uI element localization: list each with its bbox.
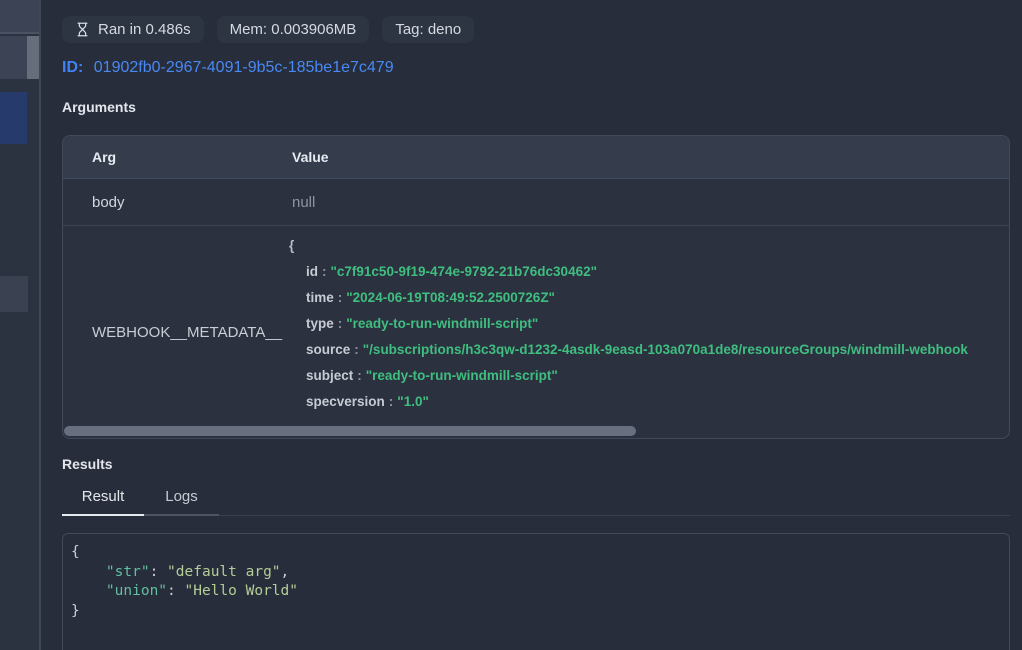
sidebar-item-second[interactable] — [0, 36, 27, 79]
json-entry-specversion: specversion:"1.0" — [289, 389, 1009, 415]
run-badges: Ran in 0.486s Mem: 0.003906MB Tag: deno — [62, 0, 1010, 43]
json-entry-source: source:"/subscriptions/h3c3qw-d1232-4asd… — [289, 337, 1009, 363]
results-heading: Results — [62, 456, 1010, 472]
table-horizontal-scrollbar-thumb[interactable] — [64, 426, 636, 436]
tab-logs[interactable]: Logs — [144, 488, 219, 516]
result-line-union — [71, 583, 106, 599]
json-entry-subject: subject:"ready-to-run-windmill-script" — [289, 363, 1009, 389]
arg-value-body: null — [263, 194, 1009, 211]
table-row: WEBHOOK__METADATA__ { id:"c7f91c50-9f19-… — [63, 226, 1009, 438]
sidebar-item-selected[interactable] — [0, 92, 27, 144]
arguments-table: Arg Value body null WEBHOOK__METADATA__ … — [62, 135, 1010, 439]
sidebar-scrollbar-thumb[interactable] — [27, 36, 39, 79]
table-row: body null — [63, 179, 1009, 226]
sidebar-item-top[interactable] — [0, 0, 39, 34]
hourglass-icon — [75, 22, 90, 37]
arg-column-header: Arg — [63, 149, 263, 165]
job-id-link[interactable]: 01902fb0-2967-4091-9b5c-185be1e7c479 — [94, 59, 394, 76]
arg-name-webhook-metadata: WEBHOOK__METADATA__ — [63, 324, 263, 341]
runtime-badge: Ran in 0.486s — [62, 16, 204, 43]
arguments-heading: Arguments — [62, 99, 1010, 115]
runtime-badge-label: Ran in 0.486s — [98, 21, 191, 38]
json-open-brace: { — [289, 233, 1009, 259]
run-detail-panel: Ran in 0.486s Mem: 0.003906MB Tag: deno … — [41, 0, 1022, 650]
result-line-str — [71, 564, 106, 580]
results-tabs: Result Logs — [62, 488, 1010, 516]
tag-badge: Tag: deno — [382, 16, 474, 43]
job-id-line: ID: 01902fb0-2967-4091-9b5c-185be1e7c479 — [62, 59, 1010, 77]
result-code-block: { "str": "default arg", "union": "Hello … — [62, 533, 1010, 650]
json-entry-time: time:"2024-06-19T08:49:52.2500726Z" — [289, 285, 1009, 311]
job-id-label: ID: — [62, 59, 83, 76]
memory-badge-label: Mem: 0.003906MB — [230, 21, 357, 38]
tag-badge-label: Tag: deno — [395, 21, 461, 38]
webhook-metadata-object-viewer: { id:"c7f91c50-9f19-474e-9792-21b76dc304… — [263, 226, 1009, 438]
arguments-table-header: Arg Value — [63, 136, 1009, 179]
arg-name-body: body — [63, 194, 263, 211]
sidebar — [0, 0, 41, 650]
result-json: { "str": "default arg", "union": "Hello … — [63, 534, 1009, 621]
tab-result[interactable]: Result — [62, 488, 144, 516]
json-entry-type: type:"ready-to-run-windmill-script" — [289, 311, 1009, 337]
memory-badge: Mem: 0.003906MB — [217, 16, 370, 43]
json-entry-id: id:"c7f91c50-9f19-474e-9792-21b76dc30462… — [289, 259, 1009, 285]
value-column-header: Value — [263, 149, 1009, 165]
sidebar-item-lower[interactable] — [0, 276, 28, 312]
